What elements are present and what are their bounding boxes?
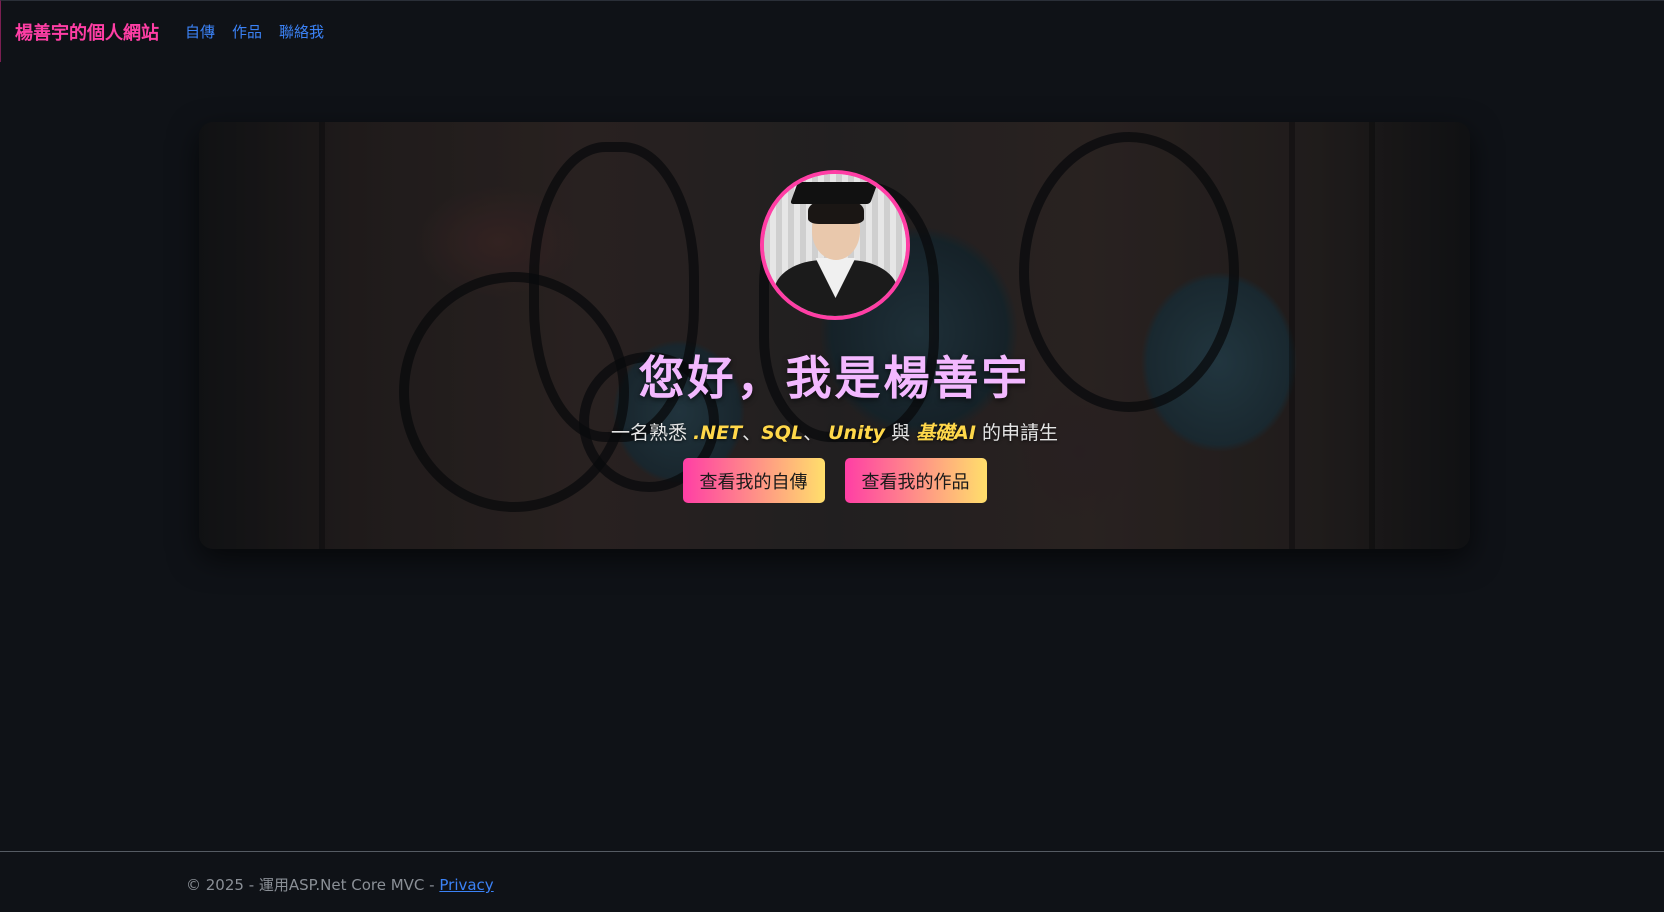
view-autobiography-button[interactable]: 查看我的自傳 [682,458,825,503]
profile-avatar [759,170,910,320]
privacy-link[interactable]: Privacy [439,876,493,894]
skill-unity: Unity [828,422,886,444]
site-brand-link[interactable]: 楊善宇的個人網站 [15,19,159,45]
view-works-button[interactable]: 查看我的作品 [844,458,987,503]
skill-dotnet: .NET [693,422,743,444]
nav-link-autobiography[interactable]: 自傳 [185,21,215,42]
hero-title: 您好，我是楊善宇 [638,351,1031,405]
hero-content: 您好，我是楊善宇 一名熟悉 .NET、SQL、 Unity 與 基礎AI 的申請… [199,122,1470,549]
top-navbar: 楊善宇的個人網站 自傳 作品 聯絡我 [0,0,1664,62]
nav-link-contact[interactable]: 聯絡我 [279,21,324,42]
page-footer: © 2025 - 運用ASP.Net Core MVC - Privacy [186,874,494,895]
nav-link-works[interactable]: 作品 [232,21,262,42]
footer-copyright: © 2025 - 運用ASP.Net Core MVC - [186,876,440,894]
skill-basic-ai: 基礎AI [916,422,976,444]
hero-banner: 您好，我是楊善宇 一名熟悉 .NET、SQL、 Unity 與 基礎AI 的申請… [199,122,1470,549]
footer-divider [0,851,1664,852]
skill-sql: SQL [761,422,804,444]
hero-subtitle: 一名熟悉 .NET、SQL、 Unity 與 基礎AI 的申請生 [611,422,1058,444]
hero-buttons: 查看我的自傳 查看我的作品 [682,458,987,503]
